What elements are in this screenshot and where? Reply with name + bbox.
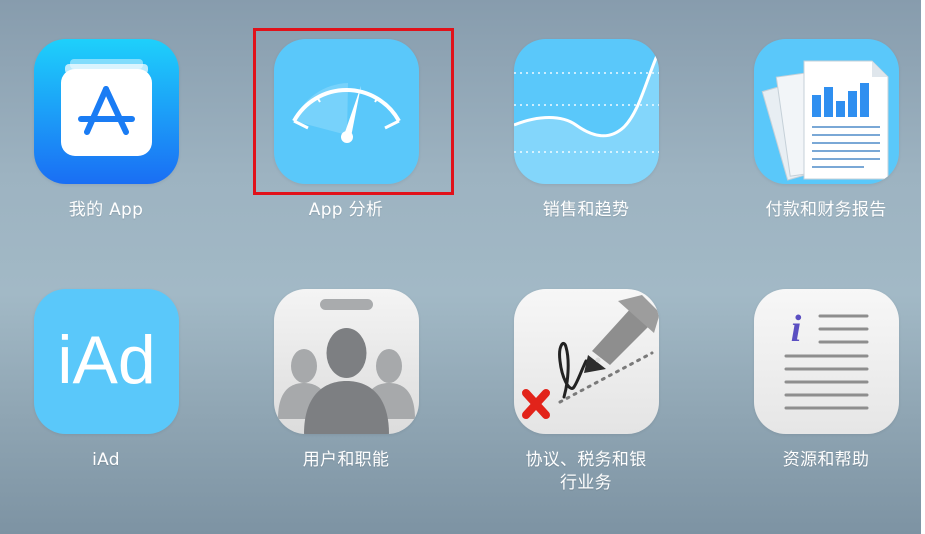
info-letter: i — [791, 308, 802, 350]
app-label-agreements-line2[interactable]: 行业务 — [476, 472, 696, 495]
users-icon[interactable] — [274, 289, 419, 434]
app-label-app-analytics[interactable]: App 分析 — [236, 199, 456, 222]
app-tile-sales-trends[interactable]: 销售和趋势 — [486, 39, 686, 259]
app-tile-payments[interactable]: 付款和财务报告 — [726, 39, 925, 259]
info-document-icon[interactable]: i — [754, 289, 899, 434]
app-label-iad[interactable]: iAd — [0, 449, 216, 472]
app-store-icon[interactable] — [34, 39, 179, 184]
app-label-agreements[interactable]: 协议、税务和银 — [476, 449, 696, 472]
app-tile-users-roles[interactable]: 用户和职能 — [246, 289, 446, 509]
app-tile-iad[interactable]: iAd iAd — [6, 289, 206, 509]
app-tile-resources[interactable]: i 资源和帮助 — [726, 289, 925, 509]
app-tile-my-apps[interactable]: 我的 App — [6, 39, 206, 259]
app-tile-agreements[interactable]: 协议、税务和银 行业务 — [486, 289, 686, 509]
app-label-resources[interactable]: 资源和帮助 — [716, 449, 925, 472]
app-label-sales-trends[interactable]: 销售和趋势 — [476, 199, 696, 222]
trend-chart-icon[interactable] — [514, 39, 659, 184]
gauge-icon[interactable] — [274, 39, 419, 184]
signature-pen-icon[interactable] — [514, 289, 659, 434]
app-label-payments[interactable]: 付款和财务报告 — [716, 199, 925, 222]
iad-icon[interactable]: iAd — [34, 289, 179, 434]
app-tile-app-analytics[interactable]: App 分析 — [246, 39, 446, 259]
app-label-users-roles[interactable]: 用户和职能 — [236, 449, 456, 472]
app-label-my-apps[interactable]: 我的 App — [0, 199, 216, 222]
financial-report-icon[interactable] — [754, 39, 899, 184]
iad-icon-text: iAd — [57, 322, 155, 398]
